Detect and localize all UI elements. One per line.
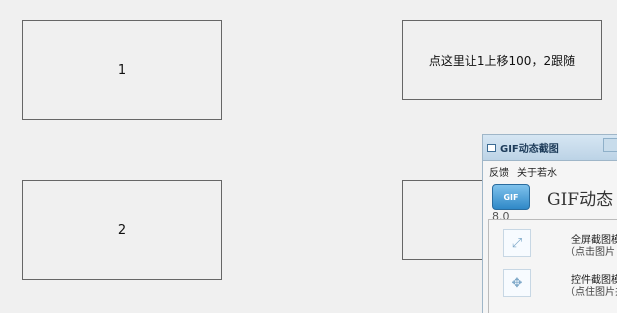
box-1-label: 1	[117, 62, 127, 78]
gif-window-icon	[487, 143, 496, 152]
box-1: 1	[22, 20, 222, 120]
menu-feedback[interactable]: 反馈	[489, 164, 509, 179]
move-up-button-label: 点这里让1上移100，2跟随	[428, 53, 576, 68]
fullscreen-capture-option[interactable]: ⤢ 全屏截图模 （点击图片	[489, 220, 617, 260]
gif-header: GIF GIF动态 8.0	[483, 181, 617, 223]
control-capture-option[interactable]: ✥ 控件截图模 （点住图片并	[489, 260, 617, 300]
box-2-label: 2	[117, 222, 127, 238]
gif-menu-bar: 反馈 关于若水	[483, 161, 617, 181]
move-up-button[interactable]: 点这里让1上移100，2跟随	[402, 20, 602, 100]
gif-capture-window[interactable]: GIF动态截图 反馈 关于若水 GIF GIF动态 8.0 ⤢ 全屏截图模 （点…	[482, 134, 617, 313]
capture-mode-panel: ⤢ 全屏截图模 （点击图片 ✥ 控件截图模 （点住图片并	[488, 219, 617, 313]
control-capture-icon[interactable]: ✥	[503, 269, 531, 297]
fullscreen-capture-subtitle: （点击图片	[565, 247, 615, 258]
gif-logo-text: GIF	[503, 192, 519, 202]
gif-window-title: GIF动态截图	[500, 144, 559, 155]
gif-window-titlebar[interactable]: GIF动态截图	[483, 135, 617, 161]
menu-about[interactable]: 关于若水	[517, 164, 557, 179]
minimize-button[interactable]	[603, 138, 617, 152]
gif-logo: GIF	[492, 184, 530, 210]
fullscreen-capture-icon[interactable]: ⤢	[503, 229, 531, 257]
control-capture-subtitle: （点住图片并	[565, 287, 617, 298]
gif-header-title: GIF动态	[547, 190, 614, 210]
box-2: 2	[22, 180, 222, 280]
